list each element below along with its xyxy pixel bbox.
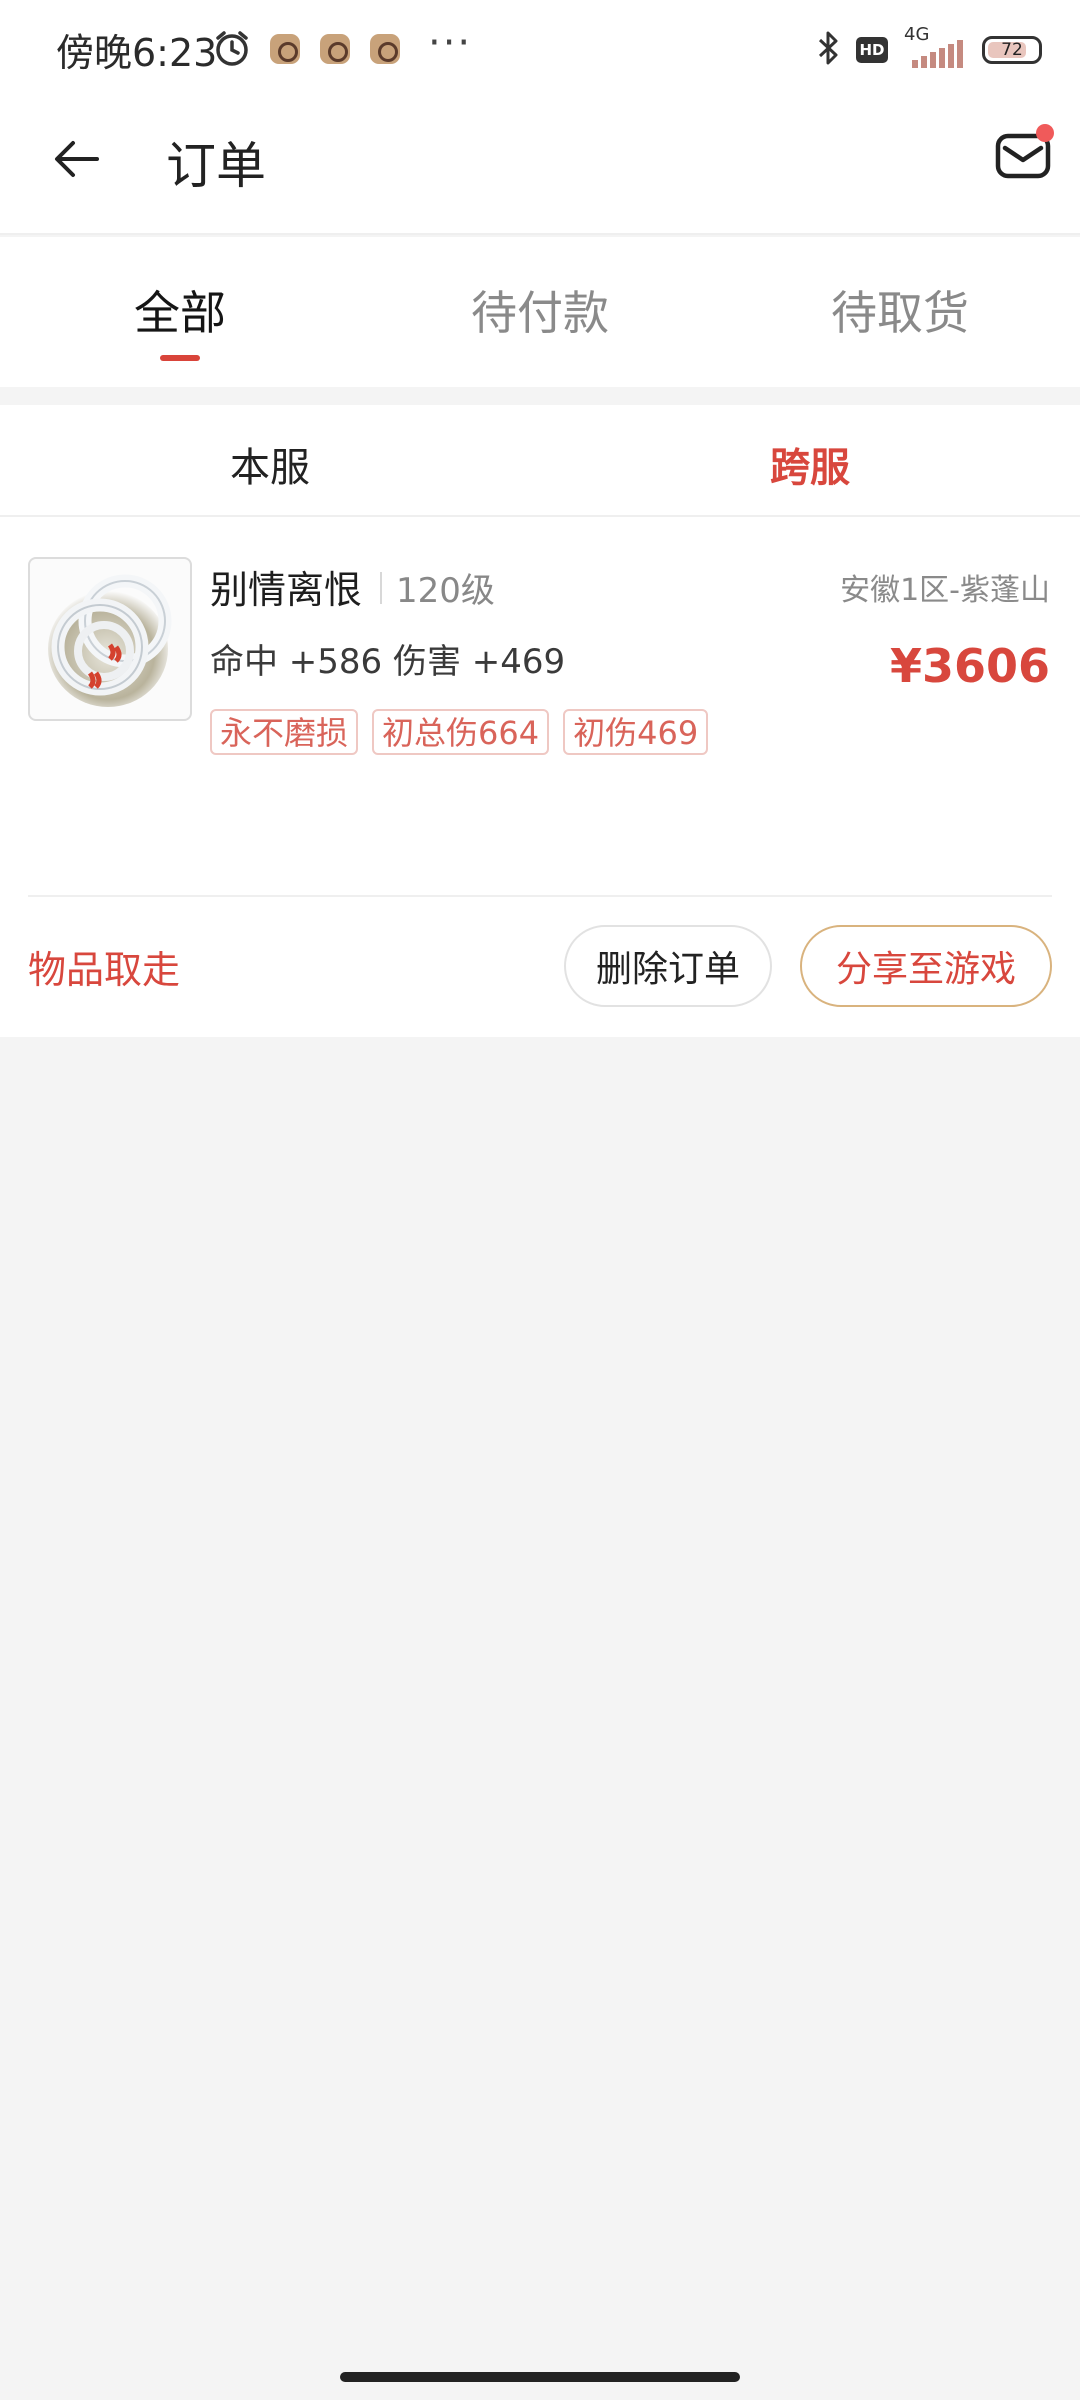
order-tabs: 全部 待付款 待取货 xyxy=(0,237,1080,387)
app-header: 订单 xyxy=(0,100,1080,235)
item-stats: 命中 +586 伤害 +469 xyxy=(210,642,566,682)
delete-order-button[interactable]: 删除订单 xyxy=(564,925,772,1007)
status-time: 傍晚6:23 xyxy=(56,31,218,75)
tab-cross-server[interactable]: 跨服 xyxy=(540,405,1080,515)
more-notifications-icon: ··· xyxy=(428,20,473,66)
tag: 初总伤664 xyxy=(372,709,550,755)
order-status: 物品取走 xyxy=(28,948,181,992)
back-arrow-icon xyxy=(55,141,99,177)
status-bar: 傍晚6:23 ··· HD 4G 72 xyxy=(0,0,1080,100)
signal-icon: 4G xyxy=(902,24,968,72)
app-notification-icon xyxy=(370,34,400,64)
item-thumbnail xyxy=(28,557,192,721)
item-name: 别情离恨 xyxy=(210,568,363,612)
tag: 永不磨损 xyxy=(210,709,359,755)
divider xyxy=(380,571,382,604)
bracelet-image xyxy=(48,574,172,707)
battery-icon: 72 xyxy=(982,36,1042,64)
item-tags: 永不磨损 初总伤664 初伤469 xyxy=(210,709,709,755)
unread-dot xyxy=(1036,124,1054,142)
page-title: 订单 xyxy=(166,137,266,195)
home-indicator[interactable] xyxy=(340,2372,740,2382)
app-notification-icon xyxy=(270,34,300,64)
messages-button[interactable] xyxy=(990,122,1056,188)
battery-level: 72 xyxy=(1001,40,1023,60)
app-notification-icon xyxy=(320,34,350,64)
hd-voice-badge: HD xyxy=(856,37,888,63)
alarm-icon xyxy=(212,28,252,72)
item-level-group: 120级 xyxy=(380,563,495,612)
tag: 初伤469 xyxy=(563,709,709,755)
bluetooth-icon xyxy=(816,28,842,72)
item-level: 120级 xyxy=(396,571,495,611)
divider xyxy=(28,895,1052,897)
server-name: 安徽1区-紫蓬山 xyxy=(840,573,1050,608)
tab-local-server[interactable]: 本服 xyxy=(0,405,540,515)
item-price: ¥3606 xyxy=(889,639,1050,693)
share-to-game-button[interactable]: 分享至游戏 xyxy=(800,925,1052,1007)
order-card[interactable]: 别情离恨 120级 安徽1区-紫蓬山 命中 +586 伤害 +469 ¥3606… xyxy=(0,517,1080,1037)
tab-pending-payment[interactable]: 待付款 xyxy=(360,237,720,387)
back-button[interactable] xyxy=(44,126,110,192)
tab-all[interactable]: 全部 xyxy=(0,237,360,387)
server-tabs: 本服 跨服 xyxy=(0,405,1080,517)
tab-pending-pickup[interactable]: 待取货 xyxy=(720,237,1080,387)
